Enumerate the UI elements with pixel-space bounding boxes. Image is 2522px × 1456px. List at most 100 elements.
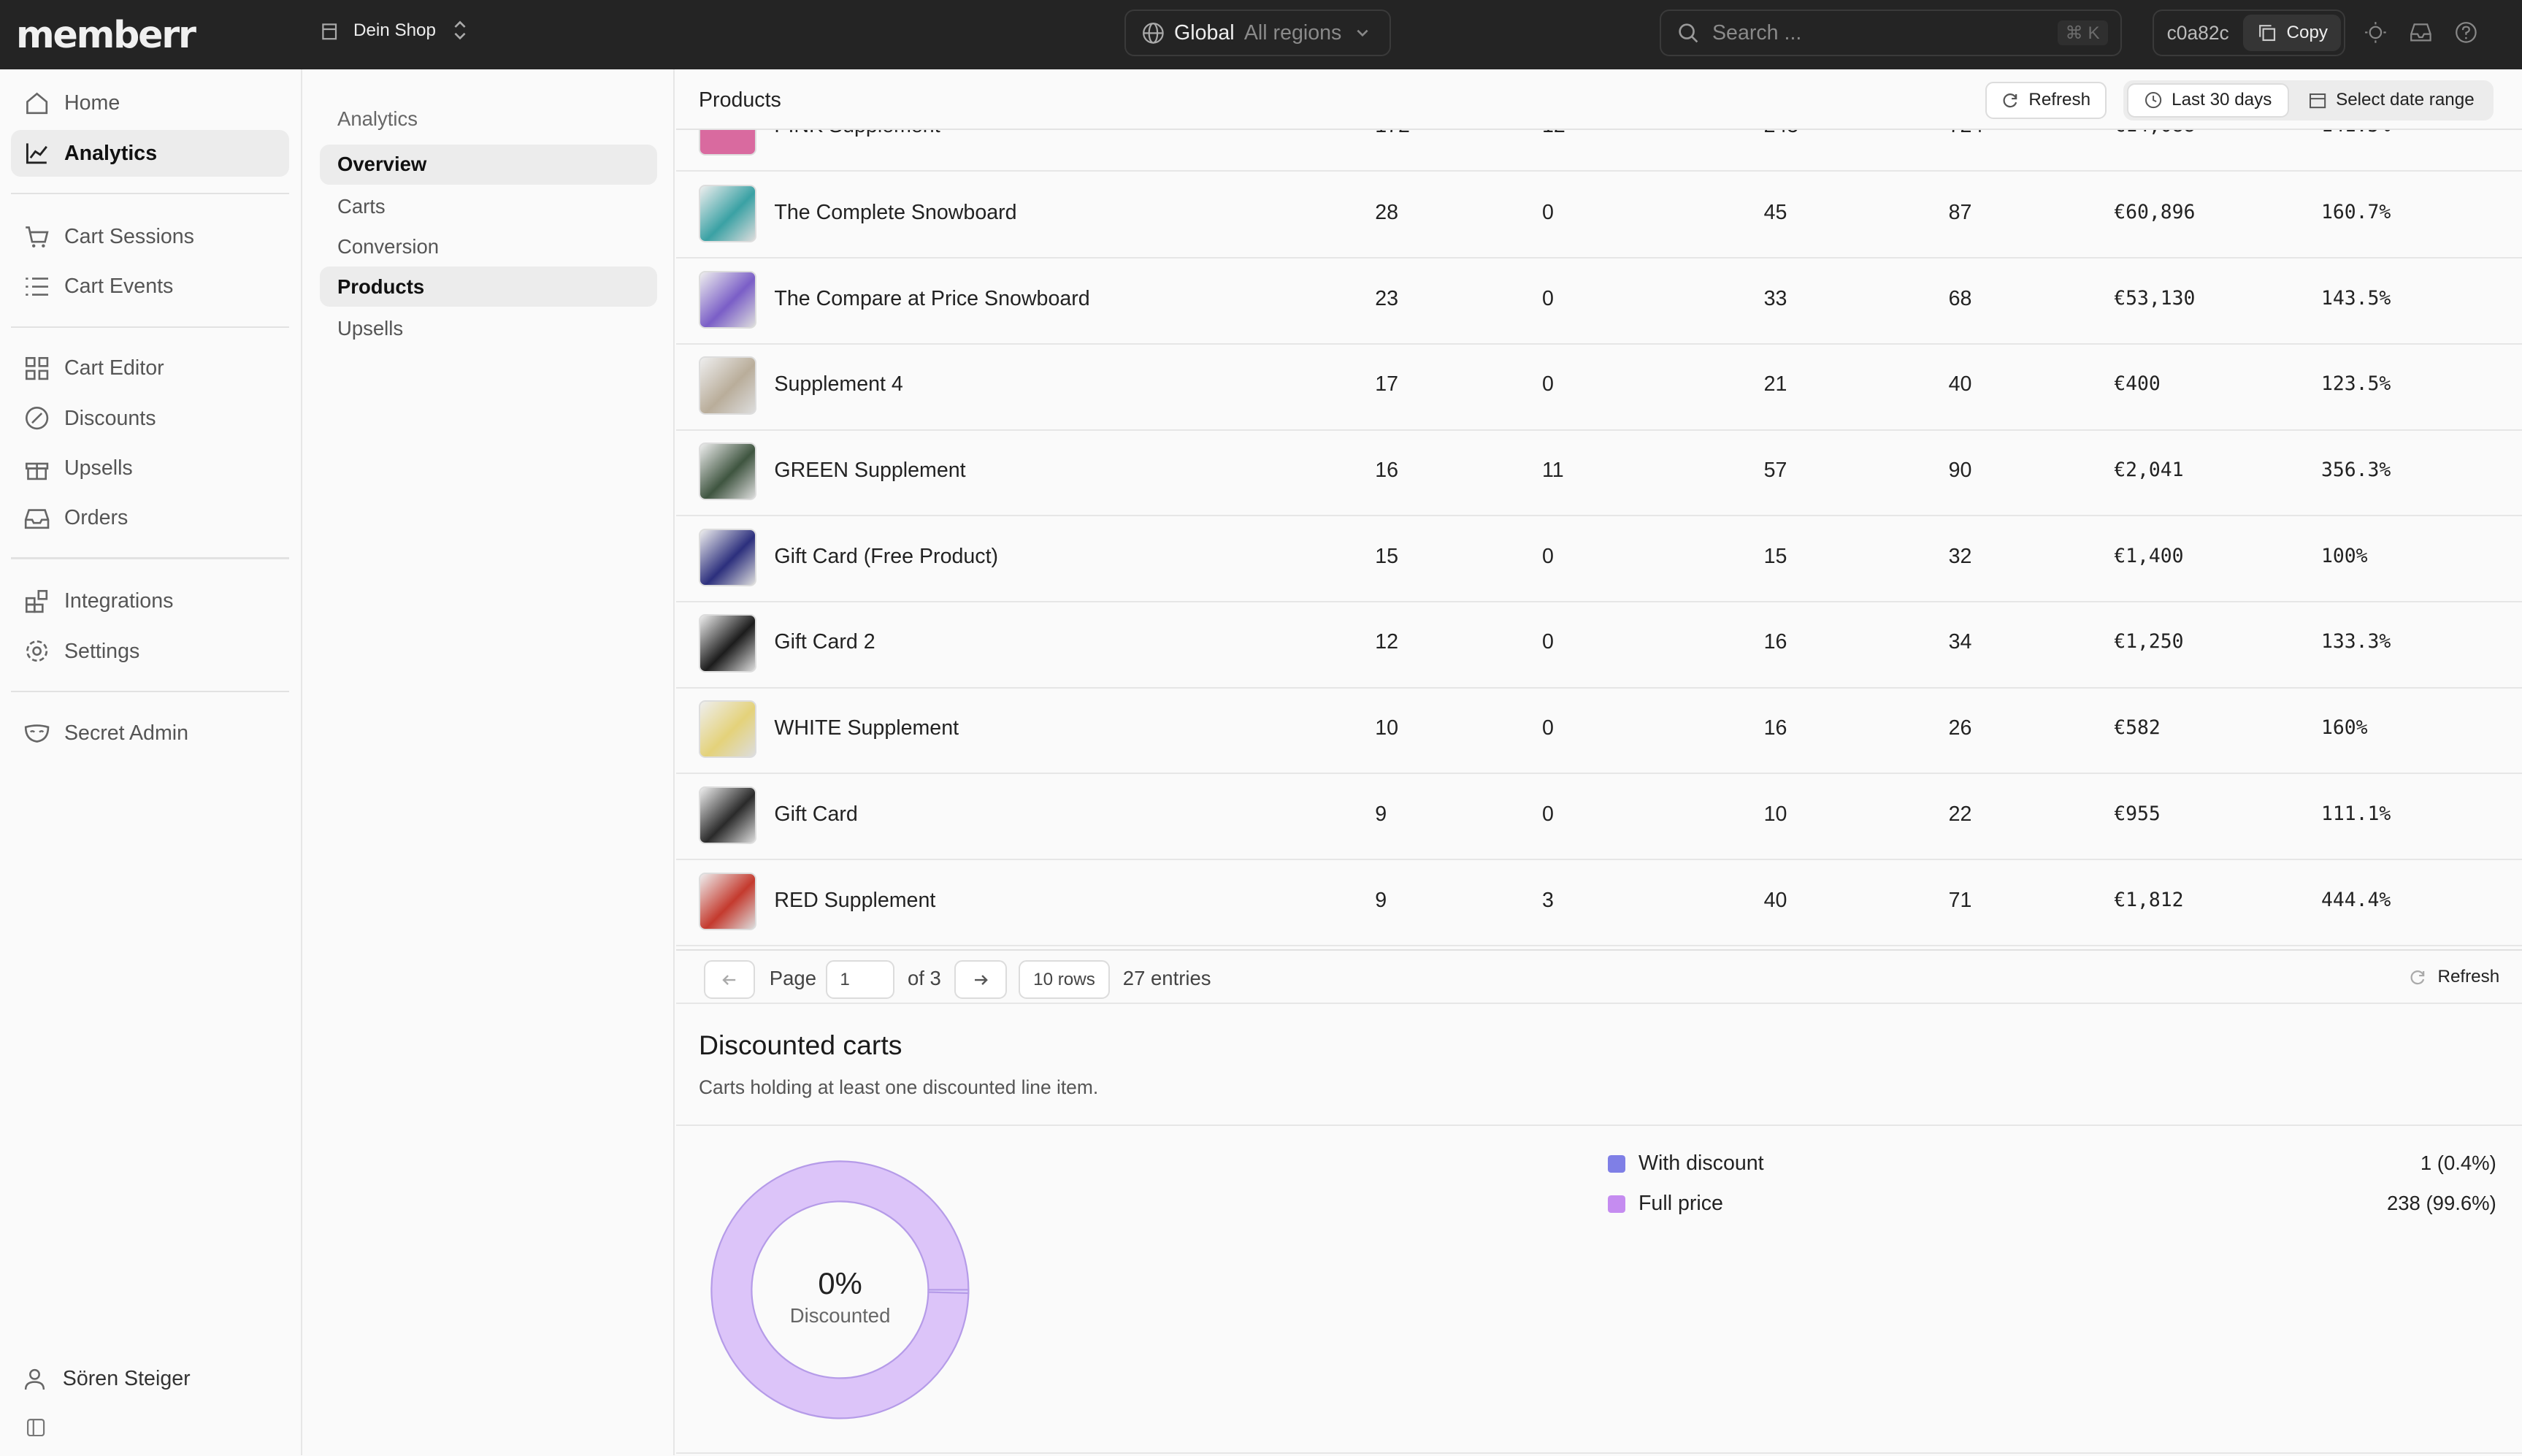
subnav-item-carts[interactable]: Carts: [320, 186, 657, 226]
product-name[interactable]: GREEN Supplement: [774, 459, 965, 483]
sidebar-item-home[interactable]: Home: [11, 80, 289, 127]
sidebar-divider: [11, 192, 289, 195]
table-row[interactable]: Supplement 4 17 0 21 40 €400 123.5%: [676, 344, 2522, 431]
subnav-item-overview[interactable]: Overview: [319, 144, 657, 185]
cell-c2: 0: [1541, 372, 1554, 396]
top-bar: memberr Dein Shop Global All regions Sea…: [0, 0, 2522, 69]
shop-name: Dein Shop: [353, 20, 436, 40]
help-icon[interactable]: [2455, 21, 2477, 44]
product-thumbnail: [698, 614, 757, 673]
sidebar-item-cart-events[interactable]: Cart Events: [11, 264, 289, 310]
table-row[interactable]: WHITE Supplement 10 0 16 26 €582 160%: [676, 688, 2522, 775]
store-id-field: c0a82c Copy: [2153, 9, 2345, 56]
table-row[interactable]: GREEN Supplement 16 11 57 90 €2,041 356.3%: [676, 429, 2522, 517]
chevron-updown-icon: [449, 19, 472, 42]
cell-c3: 15: [1763, 544, 1787, 568]
product-name[interactable]: RED Supplement: [774, 889, 935, 913]
page-input[interactable]: 1: [825, 960, 895, 1000]
sidebar-item-cart-editor[interactable]: Cart Editor: [11, 345, 289, 392]
table-row[interactable]: PINK Supplement 172 12 245 724 €14,088 1…: [676, 130, 2522, 172]
table-row[interactable]: RED Supplement 9 3 40 71 €1,812 444.4%: [676, 859, 2522, 946]
arrow-right-icon: [975, 974, 988, 985]
product-thumbnail: [698, 528, 757, 586]
section-divider: [676, 1124, 2522, 1127]
refresh-button[interactable]: Refresh: [1985, 82, 2107, 119]
legend-label: Full price: [1638, 1192, 1723, 1216]
sidebar-divider: [11, 326, 289, 328]
product-name[interactable]: Gift Card 2: [774, 630, 875, 654]
theme-icon[interactable]: [2364, 21, 2387, 44]
cell-rate: 100%: [2320, 544, 2368, 567]
copy-button[interactable]: Copy: [2243, 14, 2341, 52]
cell-c4: 68: [1948, 286, 1972, 310]
clock-icon: [2145, 92, 2161, 109]
subnav-label: Upsells: [337, 316, 404, 340]
donut-center: 0% Discounted: [708, 1266, 972, 1327]
subnav-item-upsells[interactable]: Upsells: [320, 308, 657, 348]
subnav-item-products[interactable]: Products: [319, 267, 657, 307]
gift-icon: [25, 462, 49, 480]
region-selector[interactable]: Global All regions: [1124, 9, 1392, 56]
product-name[interactable]: WHITE Supplement: [774, 716, 959, 740]
sidebar-item-secret-admin[interactable]: Secret Admin: [11, 710, 289, 756]
sidebar-item-label: Integrations: [64, 589, 174, 613]
sidebar-item-analytics[interactable]: Analytics: [11, 130, 289, 177]
shop-switcher[interactable]: Dein Shop: [318, 19, 472, 42]
sidebar-item-orders[interactable]: Orders: [11, 495, 289, 542]
cell-c1: 12: [1375, 630, 1398, 654]
subnav-item-conversion[interactable]: Conversion: [320, 226, 657, 267]
pager-refresh-button[interactable]: Refresh: [2409, 967, 2499, 987]
cell-revenue: €955: [2114, 802, 2161, 825]
sidebar-toggle-icon[interactable]: [27, 1414, 45, 1443]
sidebar-item-upsells[interactable]: Upsells: [11, 445, 289, 491]
product-thumbnail: [698, 872, 757, 930]
product-name[interactable]: Gift Card (Free Product): [774, 545, 998, 569]
product-name[interactable]: The Complete Snowboard: [774, 201, 1016, 225]
page-of-label: of 3: [907, 967, 941, 990]
sidebar-item-settings[interactable]: Settings: [11, 628, 289, 675]
next-page-button[interactable]: [954, 960, 1008, 1000]
inbox-icon[interactable]: [2410, 21, 2432, 44]
sidebar-divider: [11, 690, 289, 693]
sidebar-item-discounts[interactable]: Discounts: [11, 395, 289, 442]
product-thumbnail: [698, 270, 757, 329]
table-row[interactable]: Gift Card 2 12 0 16 34 €1,250 133.3%: [676, 602, 2522, 689]
arrow-left-icon: [721, 974, 735, 985]
last-30-days-tab[interactable]: Last 30 days: [2126, 83, 2290, 118]
grid-icon: [25, 357, 49, 380]
legend-value: 238 (99.6%): [2386, 1192, 2496, 1215]
product-thumbnail: [698, 786, 757, 845]
sidebar-item-integrations[interactable]: Integrations: [11, 578, 289, 625]
pager-refresh-label: Refresh: [2437, 967, 2500, 987]
subnav-heading: Analytics: [337, 107, 418, 131]
table-row[interactable]: The Compare at Price Snowboard 23 0 33 68 €53…: [676, 258, 2522, 345]
cell-c4: 90: [1948, 459, 1972, 483]
select-date-range-tab[interactable]: Select date range: [2293, 83, 2491, 117]
sidebar-item-label: Analytics: [64, 141, 158, 165]
product-thumbnail: [698, 356, 757, 415]
table-row[interactable]: Gift Card 9 0 10 22 €955 111.1%: [676, 773, 2522, 861]
search-input[interactable]: Search ... ⌘ K: [1659, 9, 2123, 56]
subnav-label: Overview: [337, 153, 427, 176]
product-name[interactable]: Gift Card: [774, 802, 857, 827]
product-name[interactable]: Supplement 4: [774, 372, 902, 396]
table-row[interactable]: The Complete Snowboard 28 0 45 87 €60,896 160.…: [676, 172, 2522, 259]
cell-c1: 172: [1375, 130, 1410, 138]
table-row[interactable]: Gift Card (Free Product) 15 0 15 32 €1,400 100…: [676, 516, 2522, 602]
cell-rate: 143.5%: [2320, 286, 2391, 310]
cell-rate: 160%: [2320, 716, 2368, 740]
cell-c3: 21: [1763, 372, 1787, 396]
discounted-carts-subtitle: Carts holding at least one discounted li…: [698, 1076, 1099, 1098]
product-name[interactable]: The Compare at Price Snowboard: [774, 287, 1089, 311]
cell-c4: 34: [1948, 630, 1972, 654]
app-logo[interactable]: memberr: [16, 13, 196, 56]
cell-c4: 32: [1948, 544, 1972, 568]
user-menu[interactable]: Sören Steiger: [23, 1367, 191, 1391]
sidebar-item-cart-sessions[interactable]: Cart Sessions: [11, 214, 289, 261]
products-title: Products: [698, 88, 781, 112]
subnav-label: Products: [337, 275, 425, 298]
rows-per-page-select[interactable]: 10 rows: [1018, 960, 1111, 1000]
prev-page-button[interactable]: [703, 960, 755, 1000]
cell-rate: 356.3%: [2320, 459, 2391, 482]
donut-center-label: Discounted: [789, 1303, 891, 1327]
